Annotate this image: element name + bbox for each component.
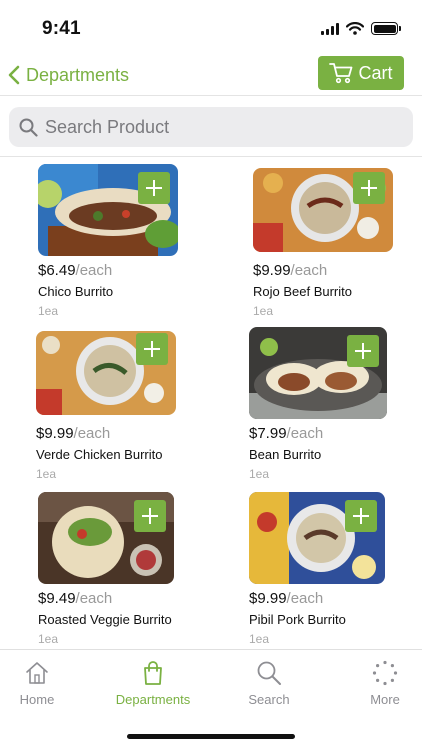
home-icon <box>26 662 48 684</box>
product-price: $9.49/each <box>38 590 113 607</box>
plus-icon <box>353 508 369 524</box>
product-image[interactable] <box>253 168 393 252</box>
product-name: Chico Burrito <box>38 284 114 299</box>
status-bar: 9:41 <box>0 0 422 54</box>
cellular-signal-icon <box>321 22 339 35</box>
product-quantity: 1ea <box>36 467 57 481</box>
product-name: Bean Burrito <box>249 447 322 462</box>
product-price: $9.99/each <box>36 425 111 442</box>
product-quantity: 1ea <box>253 304 274 318</box>
status-icons <box>321 22 401 35</box>
product-price: $6.49/each <box>38 262 113 279</box>
product-quantity: 1ea <box>249 467 270 481</box>
shopping-bag-icon <box>144 661 162 685</box>
cart-button[interactable]: Cart <box>318 56 404 90</box>
search-icon <box>257 661 281 685</box>
back-button[interactable]: Departments <box>8 60 129 90</box>
product-image[interactable] <box>249 327 387 419</box>
home-indicator <box>127 734 295 739</box>
product-card[interactable]: $9.49/each Roasted Veggie Burrito 1ea <box>38 492 208 646</box>
product-grid: $6.49/each Chico Burrito 1ea $9.99/each … <box>0 157 422 649</box>
tab-home[interactable]: Home <box>0 660 87 707</box>
product-price: $9.99/each <box>249 590 324 607</box>
battery-icon <box>371 22 401 35</box>
product-name: Verde Chicken Burrito <box>36 447 163 462</box>
chevron-left-icon <box>8 65 20 85</box>
tab-departments[interactable]: Departments <box>103 660 203 707</box>
add-to-cart-button[interactable] <box>138 172 170 204</box>
navigation-bar: Departments Cart <box>0 54 422 96</box>
product-price: $7.99/each <box>249 425 324 442</box>
plus-icon <box>361 180 377 196</box>
plus-icon <box>355 343 371 359</box>
product-name: Roasted Veggie Burrito <box>38 612 172 627</box>
tab-label: More <box>370 692 400 707</box>
search-bar[interactable] <box>9 107 413 147</box>
product-quantity: 1ea <box>38 304 59 318</box>
product-name: Pibil Pork Burrito <box>249 612 346 627</box>
product-card[interactable]: $9.99/each Verde Chicken Burrito 1ea <box>36 331 206 481</box>
wifi-icon <box>346 22 364 35</box>
product-image[interactable] <box>249 492 385 584</box>
plus-icon <box>144 341 160 357</box>
add-to-cart-button[interactable] <box>136 333 168 365</box>
add-to-cart-button[interactable] <box>347 335 379 367</box>
product-card[interactable]: $7.99/each Bean Burrito 1ea <box>249 327 419 481</box>
product-price: $9.99/each <box>253 262 328 279</box>
cart-icon <box>329 63 353 84</box>
search-input[interactable] <box>45 116 395 138</box>
product-image[interactable] <box>38 492 174 584</box>
plus-icon <box>146 180 162 196</box>
product-name: Rojo Beef Burrito <box>253 284 352 299</box>
product-quantity: 1ea <box>249 632 270 646</box>
tab-search[interactable]: Search <box>219 660 319 707</box>
search-icon <box>19 118 38 137</box>
more-icon <box>372 660 398 686</box>
tab-label: Home <box>19 692 55 707</box>
product-image[interactable] <box>36 331 176 415</box>
product-quantity: 1ea <box>38 632 59 646</box>
status-time: 9:41 <box>42 18 81 39</box>
back-label: Departments <box>26 64 130 85</box>
tab-label: Departments <box>115 692 191 707</box>
tab-label: Search <box>248 692 290 707</box>
product-card[interactable]: $6.49/each Chico Burrito 1ea <box>38 164 208 318</box>
product-image[interactable] <box>38 164 178 256</box>
add-to-cart-button[interactable] <box>345 500 377 532</box>
add-to-cart-button[interactable] <box>134 500 166 532</box>
product-card[interactable]: $9.99/each Rojo Beef Burrito 1ea <box>253 168 422 318</box>
product-card[interactable]: $9.99/each Pibil Pork Burrito 1ea <box>249 492 419 646</box>
plus-icon <box>142 508 158 524</box>
add-to-cart-button[interactable] <box>353 172 385 204</box>
cart-label: Cart <box>358 62 393 83</box>
tab-more[interactable]: More <box>335 660 422 707</box>
